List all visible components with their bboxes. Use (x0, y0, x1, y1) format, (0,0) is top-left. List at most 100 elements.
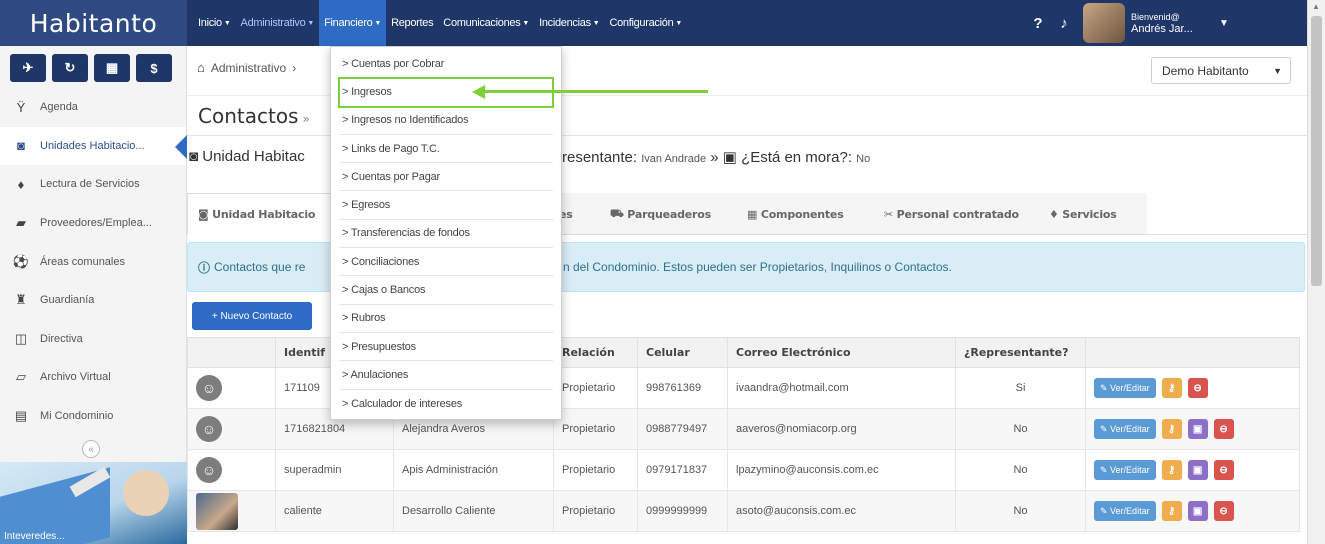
dropdown-item[interactable]: > Conciliaciones (339, 248, 553, 277)
cell-email: aaveros@nomiacorp.org (727, 408, 956, 450)
financiero-dropdown-menu: > Cuentas por Cobrar > Ingresos > Ingresos… (330, 46, 562, 420)
nav-reportes[interactable]: Reportes (386, 0, 438, 46)
home-icon[interactable]: ⌂ (197, 60, 205, 75)
tab-personal[interactable]: ✂ Personal contratado (884, 193, 1019, 235)
dropdown-item[interactable]: > Cajas o Bancos (339, 276, 553, 305)
tab-parqueaderos[interactable]: ⛟ Parqueaderos (610, 193, 711, 235)
tab-componentes[interactable]: ▦ Componentes (747, 193, 844, 235)
nav-comunicaciones[interactable]: Comunicaciones ▼ (438, 0, 534, 46)
col-correo[interactable]: Correo Electrónico (727, 337, 956, 368)
cell-representante: No (955, 449, 1086, 491)
col-representante[interactable]: ¿Representante? (955, 337, 1086, 368)
refresh-icon[interactable]: ↻ (52, 54, 88, 82)
dropdown-item[interactable]: > Transferencias de fondos (339, 220, 553, 249)
sidebar-item-lectura[interactable]: ♦ Lectura de Servicios (0, 165, 186, 204)
sidebar-item-condominio[interactable]: ▤ Mi Condominio (0, 397, 186, 436)
cell-actions: ✎ Ver/Editar ⚷ ⊖ (1085, 367, 1300, 409)
send-icon[interactable]: ✈ (10, 54, 46, 82)
edit-button[interactable]: ✎ Ver/Editar (1094, 378, 1156, 398)
new-contact-button[interactable]: + Nuevo Contacto (192, 302, 312, 330)
edit-icon: ✎ (1100, 382, 1111, 393)
brand-logo[interactable]: Habitanto (0, 0, 187, 46)
info-text-1: Contactos que re (214, 260, 306, 274)
cell-email: lpazymino@auconsis.com.ec (727, 449, 956, 491)
key-button[interactable]: ⚷ (1161, 501, 1182, 521)
calculator-icon[interactable]: ▦ (94, 54, 130, 82)
money-button[interactable]: ▣ (1187, 501, 1208, 521)
sidebar-item-agenda[interactable]: Ϋ Agenda (0, 88, 186, 127)
nav-administrativo[interactable]: Administrativo ▼ (236, 0, 320, 46)
nav-inicio[interactable]: Inicio ▼ (193, 0, 236, 46)
dropdown-item[interactable]: > Cuentas por Cobrar (339, 50, 553, 79)
condo-select[interactable]: Demo Habitanto ▼ (1151, 57, 1291, 84)
board-icon: ◫ (14, 330, 28, 346)
sidebar-item-areas[interactable]: ⚽ Áreas comunales (0, 242, 186, 281)
nav-incidencias[interactable]: Incidencias ▼ (534, 0, 604, 46)
scroll-up-icon[interactable]: ▲ (1312, 2, 1320, 11)
caret-down-icon: ▼ (307, 19, 315, 27)
edit-icon: ✎ (1100, 423, 1111, 434)
tab-unidad[interactable]: ◙ Unidad Habitacio (187, 193, 332, 235)
delete-button[interactable]: ⊖ (1213, 460, 1234, 480)
col-celular[interactable]: Celular (637, 337, 728, 368)
key-button[interactable]: ⚷ (1161, 460, 1182, 480)
sidebar-item-directiva[interactable]: ◫ Directiva (0, 320, 186, 359)
tab-servicios[interactable]: ♦ Servicios (1049, 193, 1117, 235)
delete-button[interactable]: ⊖ (1213, 501, 1234, 521)
guard-icon: ♜ (15, 292, 27, 308)
dropdown-item[interactable]: > Cuentas por Pagar (339, 163, 553, 192)
dollar-icon[interactable]: $ (136, 54, 172, 82)
scissors-icon: ✂ (884, 207, 897, 221)
top-navbar: Habitanto Inicio ▼ Administrativo ▼ Financ… (0, 0, 1325, 46)
info-text-2: n del Condominio. Estos pueden ser Propi… (563, 260, 952, 274)
archive-icon: ▱ (16, 369, 26, 385)
promo-banner[interactable]: Inteveredes... (0, 462, 187, 544)
money-button[interactable]: ▣ (1187, 419, 1208, 439)
dropdown-item[interactable]: > Egresos (339, 191, 553, 220)
user-menu[interactable]: Bienvenid@ Andrés Jar... ▼ (1077, 0, 1307, 46)
breadcrumb-administrativo[interactable]: Administrativo (211, 61, 286, 75)
cell-representante: Si (955, 367, 1086, 409)
nav-configuracion[interactable]: Configuración ▼ (604, 0, 687, 46)
sidebar-item-guardiania[interactable]: ♜ Guardianía (0, 281, 186, 320)
key-button[interactable]: ⚷ (1161, 419, 1182, 439)
sidebar-item-archivo[interactable]: ▱ Archivo Virtual (0, 358, 186, 397)
dropdown-item[interactable]: > Anulaciones (339, 361, 553, 390)
user-greeting: Bienvenid@ (1131, 12, 1180, 22)
money-icon: ▣ (722, 149, 742, 166)
page-title: Contactos» (198, 104, 310, 128)
car-icon: ⛟ (610, 206, 628, 220)
unit-icon: ◙ (17, 138, 25, 154)
dropdown-item[interactable]: > Rubros (339, 305, 553, 333)
question-circle-icon[interactable]: ? (1025, 0, 1051, 46)
edit-button[interactable]: ✎ Ver/Editar (1094, 460, 1156, 480)
key-button[interactable]: ⚷ (1161, 378, 1182, 398)
worker-image (123, 470, 169, 516)
sidebar-item-proveedores[interactable]: ▰ Proveedores/Emplea... (0, 204, 186, 243)
dropdown-item[interactable]: > Ingresos no Identificados (339, 107, 553, 135)
page-scrollbar[interactable]: ▲ (1307, 0, 1325, 544)
dropdown-item[interactable]: > Calculador de intereses (339, 390, 553, 418)
cell-phone: 998761369 (637, 367, 728, 409)
bell-icon[interactable]: ♪ (1051, 0, 1077, 46)
cell-phone: 0979171837 (637, 449, 728, 491)
col-relacion[interactable]: Relación (553, 337, 638, 368)
money-button[interactable]: ▣ (1187, 460, 1208, 480)
nav-financiero[interactable]: Financiero ▼ (319, 0, 387, 46)
dropdown-item[interactable]: > Presupuestos (339, 333, 553, 362)
annotation-arrow-line (483, 90, 708, 93)
cell-actions: ✎ Ver/Editar ⚷ ▣ ⊖ (1085, 490, 1300, 532)
edit-button[interactable]: ✎ Ver/Editar (1094, 419, 1156, 439)
sidebar-item-unidades[interactable]: ◙ Unidades Habitacio... (0, 126, 187, 166)
scroll-thumb[interactable] (1311, 16, 1322, 286)
cell-id: superadmin (275, 449, 394, 491)
cell-actions: ✎ Ver/Editar ⚷ ▣ ⊖ (1085, 449, 1300, 491)
collapse-sidebar-icon[interactable]: « (82, 440, 100, 458)
delete-button[interactable]: ⊖ (1187, 378, 1208, 398)
dropdown-item[interactable]: > Links de Pago T.C. (339, 135, 553, 164)
delete-button[interactable]: ⊖ (1213, 419, 1234, 439)
edit-button[interactable]: ✎ Ver/Editar (1094, 501, 1156, 521)
cell-id: caliente (275, 490, 394, 532)
cell-avatar (187, 490, 276, 532)
cell-relation: Propietario (553, 449, 638, 491)
